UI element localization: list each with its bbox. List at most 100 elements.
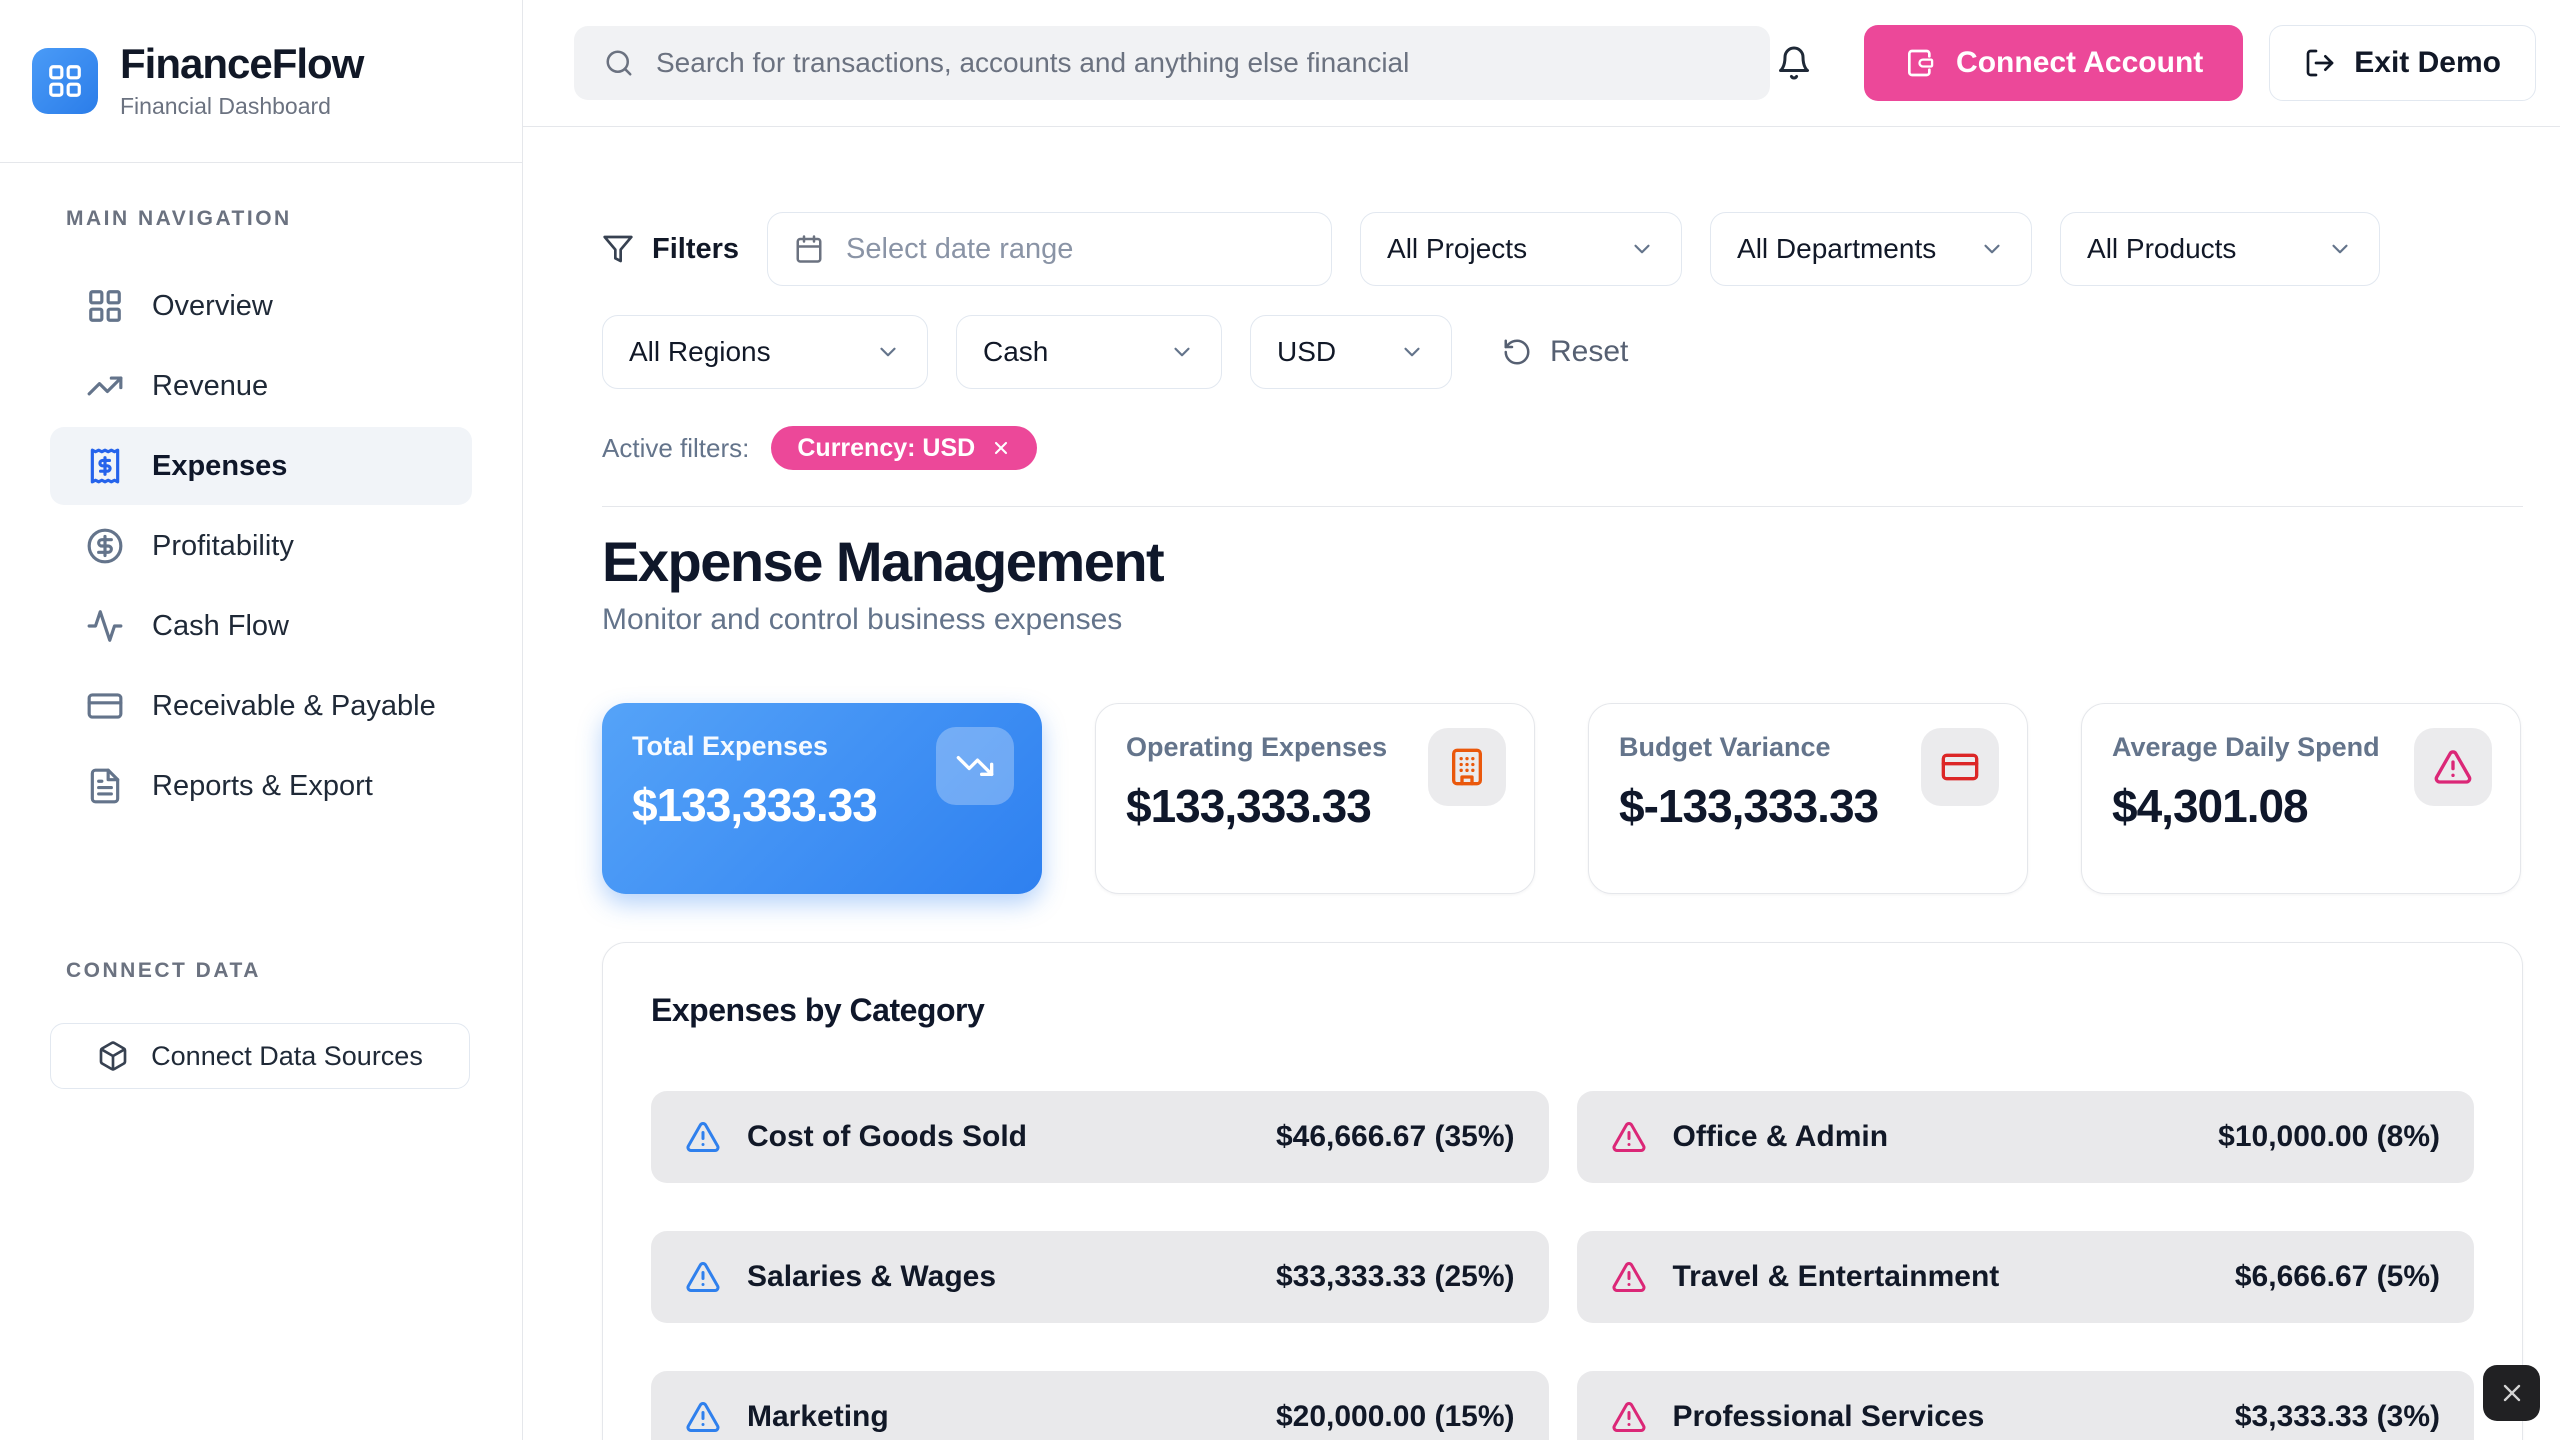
category-row[interactable]: Travel & Entertainment $6,666.67 (5%) bbox=[1577, 1231, 2475, 1323]
reset-label: Reset bbox=[1550, 335, 1628, 369]
category-row[interactable]: Cost of Goods Sold $46,666.67 (35%) bbox=[651, 1091, 1549, 1183]
rotate-ccw-icon bbox=[1502, 337, 1532, 367]
alert-triangle-icon bbox=[1611, 1399, 1647, 1435]
category-row[interactable]: Marketing $20,000.00 (15%) bbox=[651, 1371, 1549, 1440]
payment-method-dropdown[interactable]: Cash bbox=[956, 315, 1222, 389]
layout-dashboard-icon bbox=[32, 48, 98, 114]
wallet-icon bbox=[1904, 47, 1936, 79]
nav-section-label: MAIN NAVIGATION bbox=[66, 207, 522, 231]
connect-data-sources-button[interactable]: Connect Data Sources bbox=[50, 1023, 470, 1089]
sidebar-item-label: Reports & Export bbox=[152, 770, 373, 803]
building-icon bbox=[1428, 728, 1506, 806]
alert-triangle-icon bbox=[1611, 1259, 1647, 1295]
connect-account-label: Connect Account bbox=[1956, 46, 2203, 80]
connect-section-label: CONNECT DATA bbox=[66, 959, 522, 983]
regions-dropdown[interactable]: All Regions bbox=[602, 315, 928, 389]
products-dropdown[interactable]: All Products bbox=[2060, 212, 2380, 286]
credit-card-icon bbox=[1921, 728, 1999, 806]
stat-cards: Total Expenses $133,333.33 Operating Exp… bbox=[602, 703, 2523, 894]
x-icon[interactable] bbox=[991, 438, 1011, 458]
category-row[interactable]: Office & Admin $10,000.00 (8%) bbox=[1577, 1091, 2475, 1183]
sidebar-item-revenue[interactable]: Revenue bbox=[50, 347, 472, 425]
sidebar-item-expenses[interactable]: Expenses bbox=[50, 427, 472, 505]
category-amount: $10,000.00 (8%) bbox=[2218, 1120, 2440, 1154]
brand: FinanceFlow Financial Dashboard bbox=[0, 0, 522, 163]
search-bar[interactable] bbox=[574, 26, 1770, 100]
sidebar-item-label: Overview bbox=[152, 290, 273, 323]
exit-demo-button[interactable]: Exit Demo bbox=[2269, 25, 2536, 101]
bell-icon[interactable] bbox=[1776, 45, 1812, 81]
category-name: Cost of Goods Sold bbox=[747, 1120, 1027, 1154]
stat-card-budget-variance[interactable]: Budget Variance $-133,333.33 bbox=[1588, 703, 2028, 894]
category-amount: $3,333.33 (3%) bbox=[2235, 1400, 2440, 1434]
chip-label: Currency: USD bbox=[797, 434, 975, 463]
currency-dropdown[interactable]: USD bbox=[1250, 315, 1452, 389]
search-input[interactable] bbox=[656, 47, 1740, 79]
chevron-down-icon bbox=[875, 339, 901, 365]
sidebar-item-label: Receivable & Payable bbox=[152, 690, 436, 723]
sidebar-item-profitability[interactable]: Profitability bbox=[50, 507, 472, 585]
x-icon bbox=[2498, 1379, 2526, 1407]
category-name: Office & Admin bbox=[1673, 1120, 1889, 1154]
category-grid: Cost of Goods Sold $46,666.67 (35%) Offi… bbox=[651, 1091, 2474, 1440]
alert-triangle-icon bbox=[1611, 1119, 1647, 1155]
circle-dollar-icon bbox=[86, 527, 124, 565]
sidebar-item-receivable-payable[interactable]: Receivable & Payable bbox=[50, 667, 472, 745]
filters-label: Filters bbox=[652, 233, 739, 266]
active-filters-row: Active filters: Currency: USD bbox=[602, 426, 2523, 470]
alert-triangle-icon bbox=[2414, 728, 2492, 806]
category-amount: $6,666.67 (5%) bbox=[2235, 1260, 2440, 1294]
sidebar: FinanceFlow Financial Dashboard MAIN NAV… bbox=[0, 0, 523, 1440]
category-name: Professional Services bbox=[1673, 1400, 1985, 1434]
main-navigation: Overview Revenue Expenses bbox=[0, 267, 522, 825]
category-section-title: Expenses by Category bbox=[651, 991, 2474, 1029]
layout-grid-icon bbox=[86, 287, 124, 325]
category-amount: $20,000.00 (15%) bbox=[1276, 1400, 1515, 1434]
departments-dropdown[interactable]: All Departments bbox=[1710, 212, 2032, 286]
stat-card-average-daily-spend[interactable]: Average Daily Spend $4,301.08 bbox=[2081, 703, 2521, 894]
connect-account-button[interactable]: Connect Account bbox=[1864, 25, 2243, 101]
filters-title: Filters bbox=[602, 233, 739, 266]
category-name: Marketing bbox=[747, 1400, 889, 1434]
receipt-icon bbox=[86, 447, 124, 485]
category-name: Salaries & Wages bbox=[747, 1260, 996, 1294]
close-button[interactable] bbox=[2483, 1365, 2540, 1421]
filters-row-2: All Regions Cash USD Reset bbox=[602, 315, 2523, 389]
date-range-placeholder: Select date range bbox=[846, 233, 1073, 266]
app-title: FinanceFlow bbox=[120, 42, 363, 86]
category-row[interactable]: Salaries & Wages $33,333.33 (25%) bbox=[651, 1231, 1549, 1323]
chevron-down-icon bbox=[1399, 339, 1425, 365]
active-filters-label: Active filters: bbox=[602, 433, 749, 464]
file-text-icon bbox=[86, 767, 124, 805]
projects-dropdown[interactable]: All Projects bbox=[1360, 212, 1682, 286]
expenses-by-category-card: Expenses by Category Cost of Goods Sold … bbox=[602, 942, 2523, 1440]
stat-card-operating-expenses[interactable]: Operating Expenses $133,333.33 bbox=[1095, 703, 1535, 894]
app-subtitle: Financial Dashboard bbox=[120, 93, 363, 120]
filter-chip-currency[interactable]: Currency: USD bbox=[771, 426, 1037, 470]
sidebar-item-label: Revenue bbox=[152, 370, 268, 403]
category-name: Travel & Entertainment bbox=[1673, 1260, 2000, 1294]
sidebar-item-cash-flow[interactable]: Cash Flow bbox=[50, 587, 472, 665]
package-icon bbox=[97, 1040, 129, 1072]
stat-card-total-expenses[interactable]: Total Expenses $133,333.33 bbox=[602, 703, 1042, 894]
sidebar-item-label: Profitability bbox=[152, 530, 294, 563]
alert-triangle-icon bbox=[685, 1259, 721, 1295]
page-subtitle: Monitor and control business expenses bbox=[602, 603, 2523, 637]
sidebar-item-label: Cash Flow bbox=[152, 610, 289, 643]
trending-up-icon bbox=[86, 367, 124, 405]
chevron-down-icon bbox=[2327, 236, 2353, 262]
reset-filters-button[interactable]: Reset bbox=[1502, 335, 1628, 369]
category-row[interactable]: Professional Services $3,333.33 (3%) bbox=[1577, 1371, 2475, 1440]
funnel-icon bbox=[602, 233, 634, 265]
main-content: Filters Select date range All Projects A… bbox=[523, 127, 2560, 1440]
app-root: FinanceFlow Financial Dashboard MAIN NAV… bbox=[0, 0, 2560, 1440]
trending-down-icon bbox=[936, 727, 1014, 805]
sidebar-item-overview[interactable]: Overview bbox=[50, 267, 472, 345]
date-range-picker[interactable]: Select date range bbox=[767, 212, 1332, 286]
connect-button-label: Connect Data Sources bbox=[151, 1041, 423, 1072]
calendar-icon bbox=[794, 234, 824, 264]
category-amount: $46,666.67 (35%) bbox=[1276, 1120, 1515, 1154]
credit-card-icon bbox=[86, 687, 124, 725]
chevron-down-icon bbox=[1979, 236, 2005, 262]
sidebar-item-reports-export[interactable]: Reports & Export bbox=[50, 747, 472, 825]
